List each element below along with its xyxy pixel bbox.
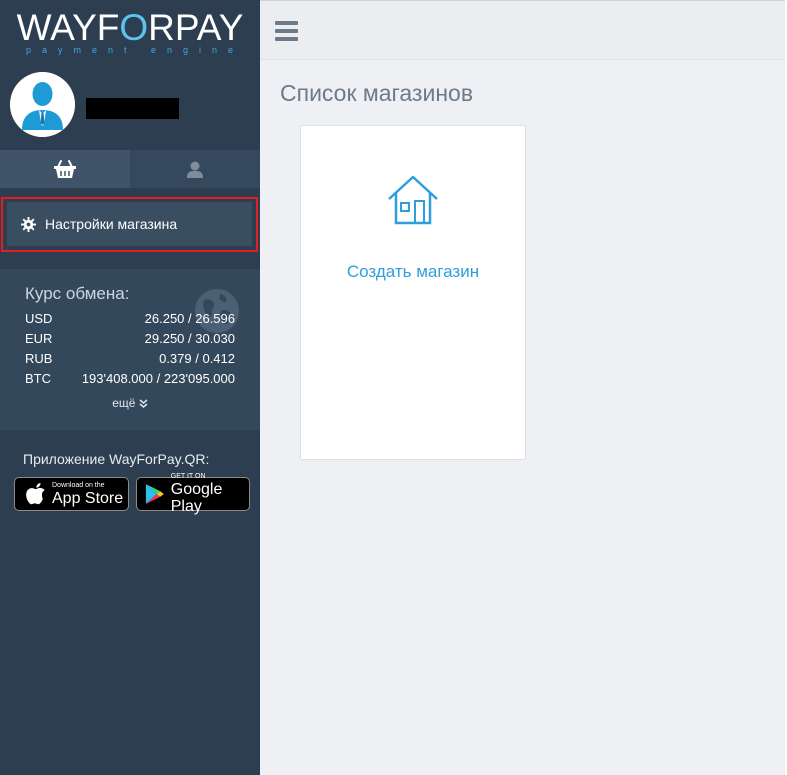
google-play-button[interactable]: GET IT ON Google Play	[136, 473, 250, 515]
rate-row-usd: USD 26.250 / 26.596	[25, 311, 235, 331]
gear-icon	[21, 216, 36, 232]
apps-title: Приложение WayForPay.QR:	[23, 451, 210, 467]
create-shop-card[interactable]: Создать магазин	[300, 125, 526, 460]
sidebar: WAYFORPAY payment engine Настройки магаз…	[0, 0, 260, 775]
exchange-rates-panel: Курс обмена: USD 26.250 / 26.596 EUR 29.…	[0, 269, 260, 430]
username-redacted	[86, 98, 179, 119]
main-content: Список магазинов Создать магазин	[260, 61, 787, 775]
apple-icon	[26, 483, 45, 505]
tab-shops[interactable]	[0, 150, 130, 188]
basket-icon	[54, 160, 76, 178]
app-store-button[interactable]: Download on the App Store	[14, 477, 129, 511]
menu-item-shop-settings[interactable]: Настройки магазина	[1, 197, 258, 252]
house-icon	[388, 175, 438, 225]
rate-currency: RUB	[25, 351, 53, 366]
exchange-rates-title: Курс обмена:	[25, 284, 130, 303]
logo-text-part1: WAYF	[16, 7, 120, 48]
logo[interactable]: WAYFORPAY payment engine	[0, 0, 260, 66]
rate-currency: EUR	[25, 331, 53, 346]
menu-item-shop-settings-label: Настройки магазина	[45, 216, 178, 232]
rate-row-rub: RUB 0.379 / 0.412	[25, 351, 235, 371]
rate-currency: USD	[25, 311, 53, 326]
avatar[interactable]	[10, 72, 75, 137]
rate-value: 193'408.000 / 223'095.000	[81, 371, 235, 386]
logo-lock-letter: O	[119, 7, 149, 48]
hamburger-menu-icon[interactable]	[275, 21, 298, 41]
rate-row-btc: BTC 193'408.000 / 223'095.000	[25, 371, 235, 391]
app-store-small-text: Download on the	[52, 481, 105, 489]
app-store-big-text: App Store	[52, 489, 124, 507]
create-shop-label: Создать магазин	[346, 262, 480, 281]
google-play-icon	[145, 484, 164, 504]
user-icon	[187, 161, 203, 178]
sidebar-tabs	[0, 150, 260, 188]
more-rates-label: ещё	[112, 396, 136, 410]
google-play-big-text: Google Play	[170, 481, 223, 515]
rate-value: 0.379 / 0.412	[159, 351, 235, 366]
rate-currency: BTC	[25, 371, 51, 386]
logo-text-part2: RPAY	[148, 7, 244, 48]
rate-value: 26.250 / 26.596	[144, 311, 235, 326]
rate-value: 29.250 / 30.030	[144, 331, 235, 346]
page-title: Список магазинов	[280, 80, 474, 106]
user-avatar-icon	[10, 72, 75, 137]
rate-row-eur: EUR 29.250 / 30.030	[25, 331, 235, 351]
logo-subtitle: payment engine	[25, 45, 245, 55]
tab-profile[interactable]	[130, 150, 260, 188]
profile-block	[0, 72, 260, 142]
top-bar	[260, 0, 787, 60]
google-play-small-text: GET IT ON	[170, 473, 206, 480]
double-chevron-down-icon	[139, 399, 148, 409]
more-rates-link[interactable]: ещё	[0, 396, 260, 410]
